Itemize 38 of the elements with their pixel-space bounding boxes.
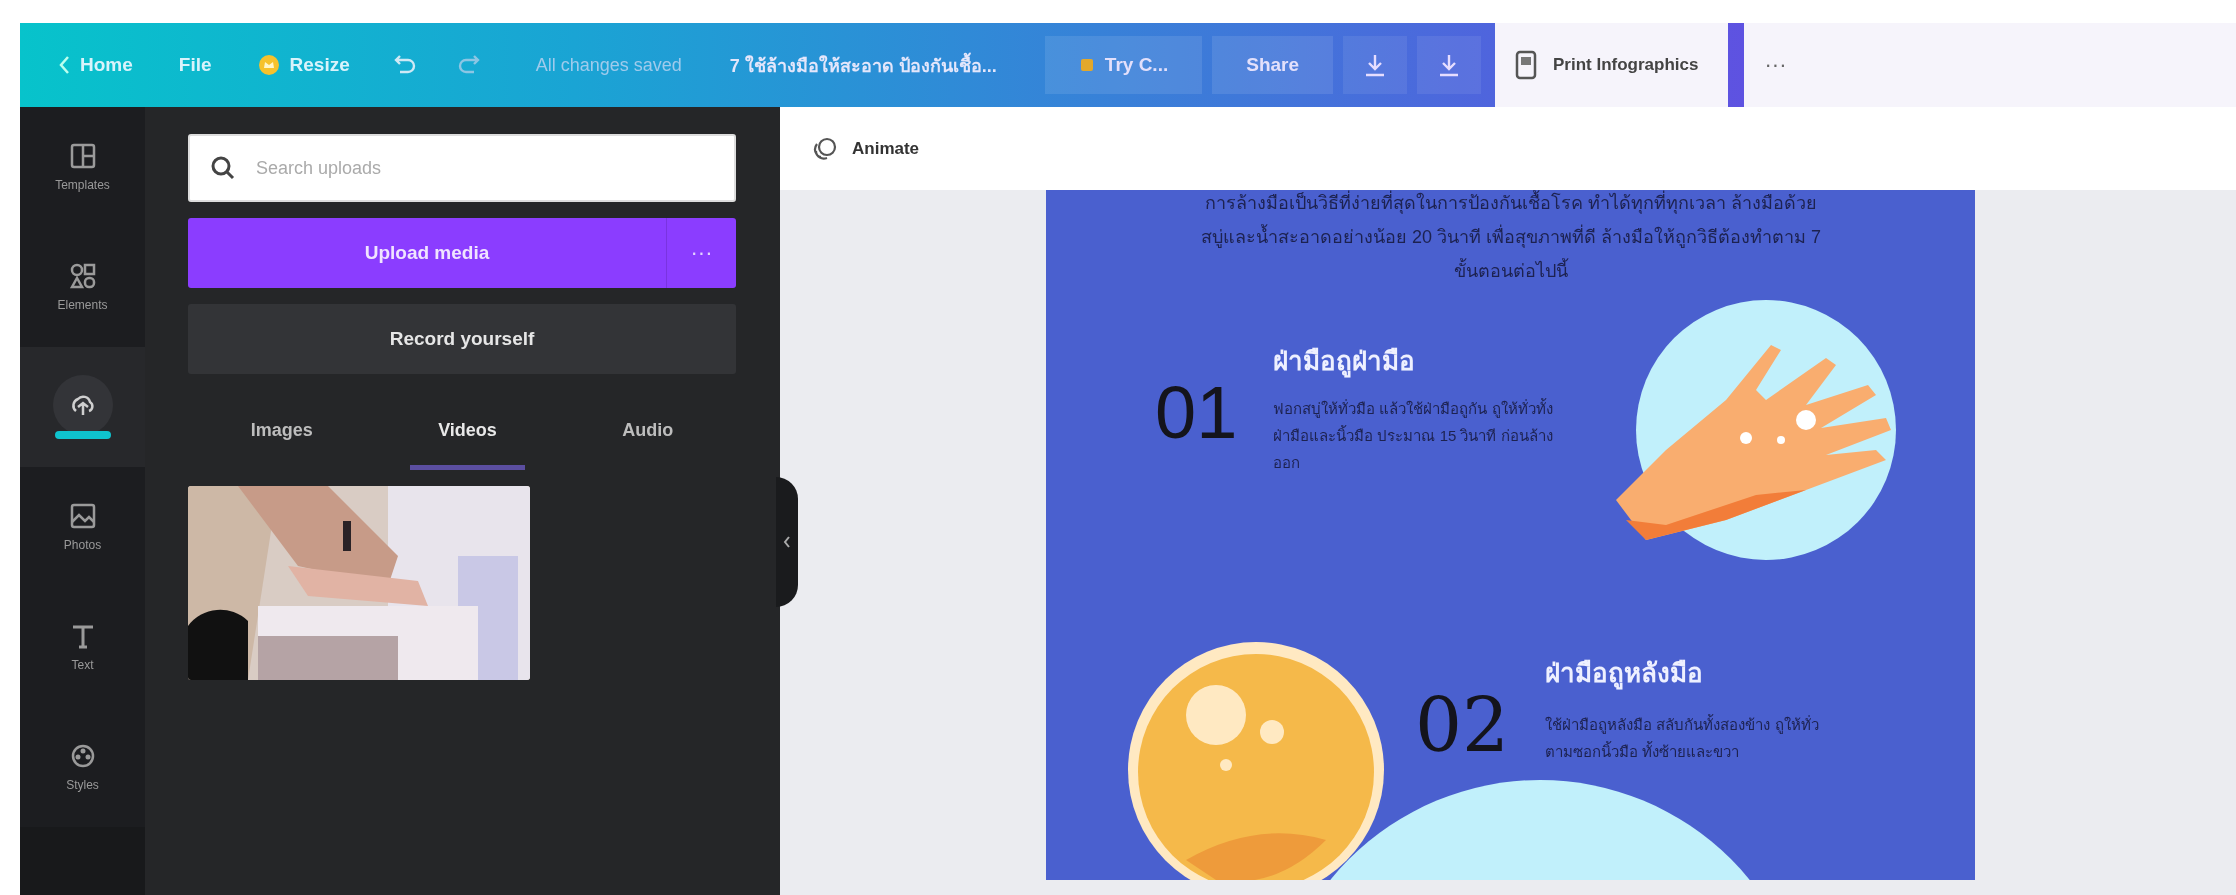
active-indicator xyxy=(54,431,111,439)
sidebar-item[interactable]: Templates xyxy=(20,107,145,227)
download-button[interactable] xyxy=(1343,36,1407,94)
record-button[interactable]: Record yourself xyxy=(188,304,736,374)
intro-text: การล้างมือเป็นวิธีที่ง่ายที่สุดในการป้องกันเชื้อโรค ทำได้ทุกที่ทุกเวลา ล้างมือด้วยสบู่และน้ำสะอาดอย่างน้อย 20 วินาที เพื่อสุขภาพที่ดี ล้างมือให้ถูกวิธีต้องทำตาม 7 ขั้นตอนต่อไปนี้ xyxy=(1196,190,1826,288)
step-heading: ฝ่ามือถูฝ่ามือ xyxy=(1273,345,1417,380)
download-button[interactable] xyxy=(1417,36,1481,94)
sidebar-item[interactable]: Photos xyxy=(20,467,145,587)
search-field[interactable]: Search uploads xyxy=(188,134,736,202)
step-number: 02 xyxy=(1415,681,1510,768)
animate-button[interactable]: Animate xyxy=(806,134,926,163)
animate-icon xyxy=(812,135,838,162)
step-text: ใช้ฝ่ามือถูหลังมือ สลับกันทั้งสองข้าง ถูให้ทั่วตามซอกนิ้วมือ ทั้งซ้ายและขวา xyxy=(1545,713,1820,762)
step-number: 01 xyxy=(1155,370,1238,456)
collapse-handle[interactable] xyxy=(776,477,798,607)
image-icon xyxy=(68,502,97,530)
sidebar-item[interactable]: Elements xyxy=(20,227,145,347)
back-icon xyxy=(58,55,70,75)
search-icon xyxy=(210,155,236,181)
phone-icon xyxy=(1515,50,1537,80)
tab[interactable]: Images xyxy=(222,400,341,470)
shapes-icon xyxy=(68,262,97,290)
step-heading: ฝ่ามือถูหลังมือ xyxy=(1545,657,1705,692)
print-button[interactable]: Print Infographics xyxy=(1495,23,1729,107)
tab[interactable]: Audio xyxy=(594,400,702,470)
step-text: ฟอกสบู่ให้ทั่วมือ แล้วใช้ฝ่ามือถูกัน ถูให้ทั่วทั้งฝ่ามือและนิ้วมือ ประมาณ 15 วินาที ก่อนล้างออก xyxy=(1273,397,1554,473)
upload-button[interactable]: Upload media xyxy=(188,218,666,288)
layout-icon xyxy=(68,142,97,170)
tab[interactable]: Videos xyxy=(410,400,525,470)
download-icon xyxy=(1437,52,1461,78)
sidebar-item[interactable] xyxy=(20,347,145,467)
save-status: All changes saved xyxy=(534,54,683,76)
more-button[interactable]: ··· xyxy=(1744,23,2236,107)
sidebar-item[interactable]: Text xyxy=(20,587,145,707)
chevron-left-icon xyxy=(783,536,791,548)
download-icon xyxy=(1363,52,1387,78)
more-options-button[interactable]: ··· xyxy=(666,218,736,288)
sidebar-item[interactable]: Styles xyxy=(20,707,145,827)
